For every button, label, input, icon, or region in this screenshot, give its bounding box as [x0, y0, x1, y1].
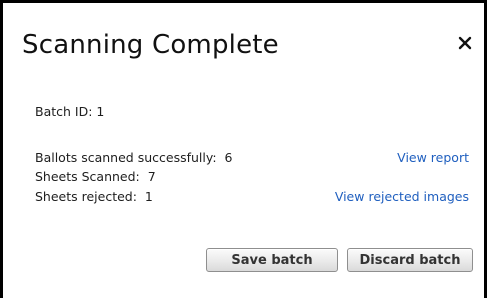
batch-id-label: Batch ID: 1 [35, 104, 105, 119]
dialog-title: Scanning Complete [22, 30, 279, 60]
save-batch-button[interactable]: Save batch [206, 248, 338, 272]
close-icon [458, 36, 472, 50]
discard-batch-button[interactable]: Discard batch [347, 248, 473, 272]
ballots-scanned-label: Ballots scanned successfully: 6 [35, 150, 233, 165]
scanning-complete-dialog: Scanning Complete Batch ID: 1 Ballots sc… [0, 0, 487, 298]
sheets-scanned-label: Sheets Scanned: 7 [35, 169, 156, 184]
view-rejected-images-link[interactable]: View rejected images [335, 189, 469, 205]
sheets-rejected-label: Sheets rejected: 1 [35, 189, 153, 204]
close-button[interactable] [455, 31, 475, 55]
view-report-link[interactable]: View report [397, 150, 469, 166]
